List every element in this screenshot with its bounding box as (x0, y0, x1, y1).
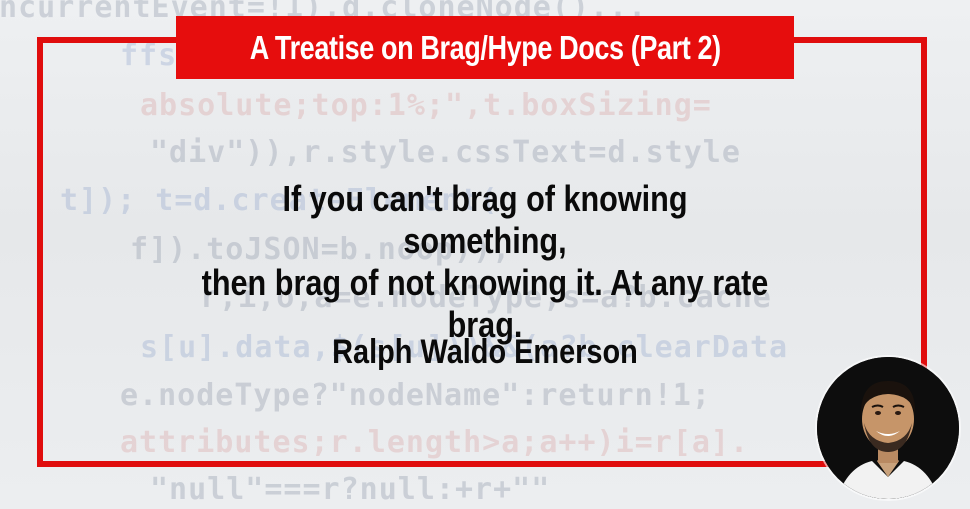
quote-line: then brag of not knowing it. At any rate (201, 262, 769, 303)
title-banner: A Treatise on Brag/Hype Docs (Part 2) (176, 16, 794, 79)
person-photo-icon (817, 357, 959, 499)
page-title: A Treatise on Brag/Hype Docs (Part 2) (249, 28, 721, 66)
avatar (817, 357, 959, 499)
quote-author: Ralph Waldo Emerson (332, 333, 638, 371)
quote-line: If you can't brag of knowing something, (282, 178, 688, 261)
quote-text: If you can't brag of knowing something, … (200, 178, 770, 346)
